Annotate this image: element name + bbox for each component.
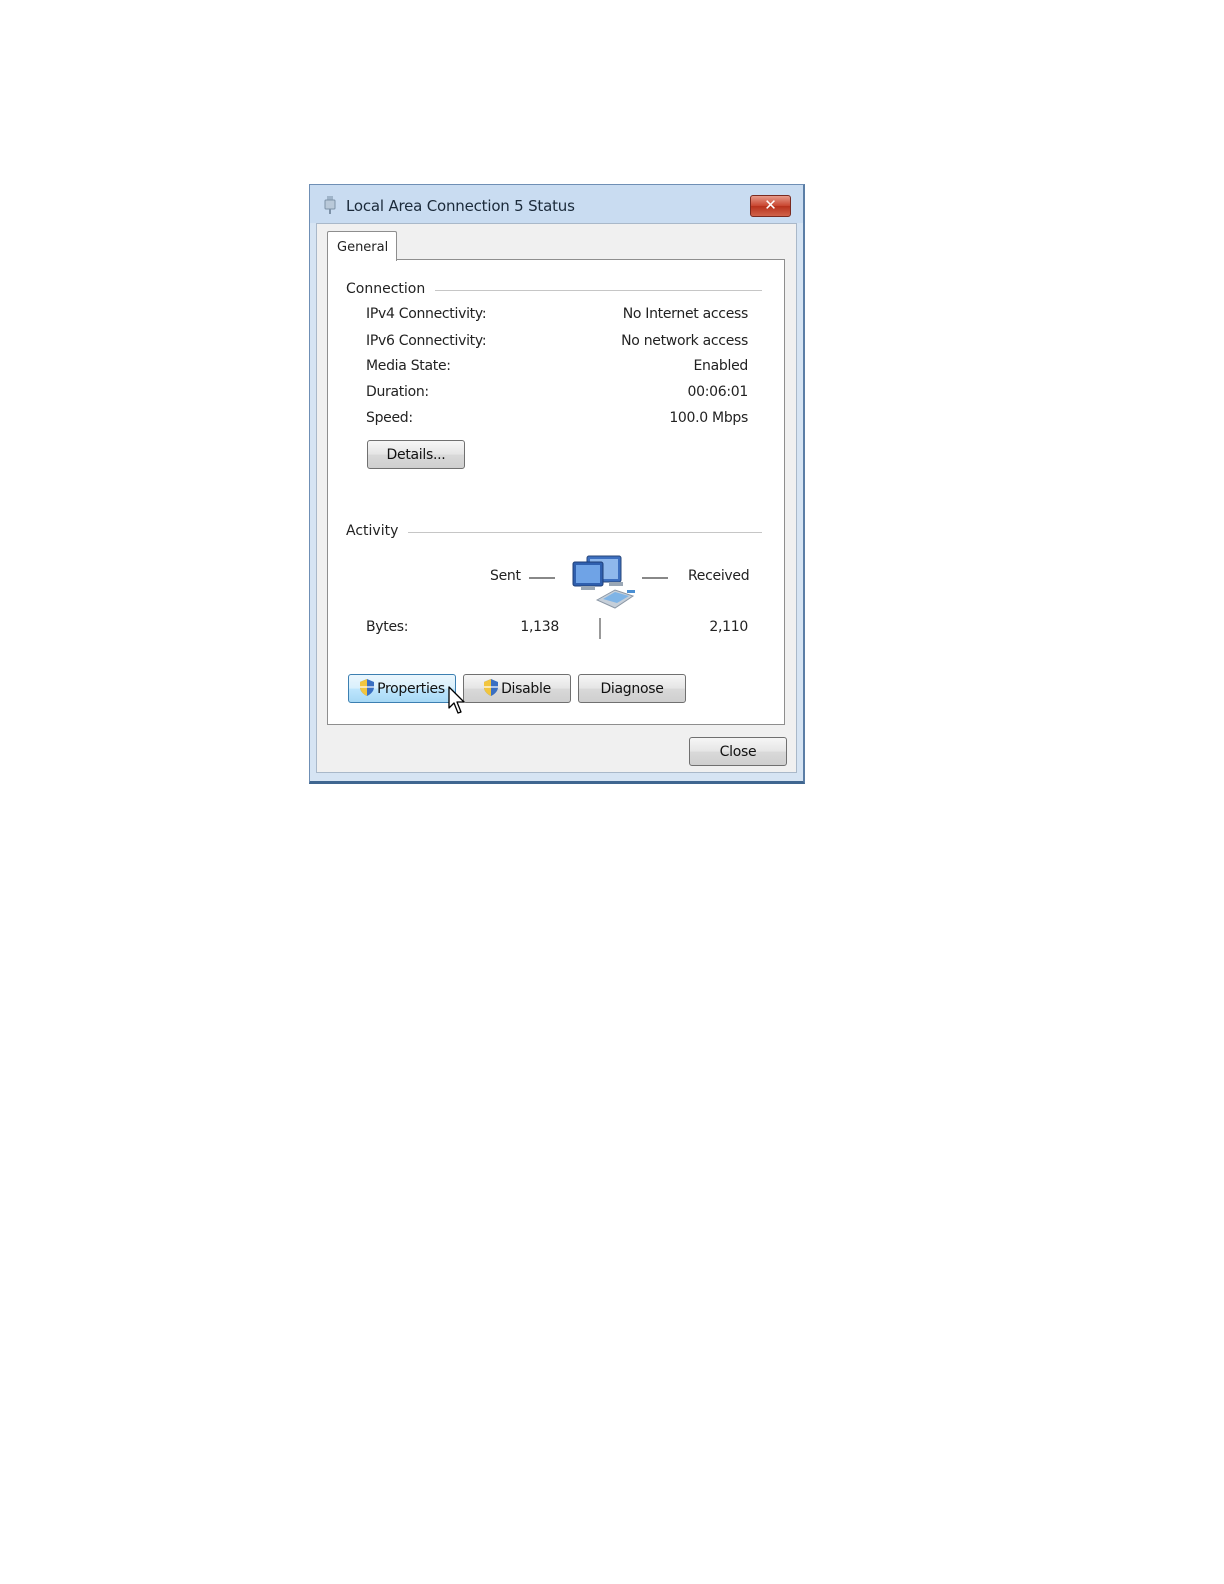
uac-shield-icon <box>360 679 375 696</box>
connection-heading: Connection <box>346 281 436 297</box>
bytes-received-value: 2,110 <box>709 619 748 635</box>
media-state-label: Media State: <box>366 358 451 374</box>
bytes-separator <box>599 618 601 639</box>
duration-label: Duration: <box>366 384 429 400</box>
status-dialog: Local Area Connection 5 Status ✕ General… <box>309 184 805 784</box>
ipv6-value: No network access <box>621 333 748 349</box>
mouse-cursor-icon <box>448 686 465 714</box>
bytes-label: Bytes: <box>366 619 409 635</box>
disable-label: Disable <box>501 681 551 697</box>
close-button[interactable]: Close <box>689 737 787 766</box>
activity-heading: Activity <box>346 523 409 539</box>
received-label: Received <box>688 568 750 584</box>
title-bar[interactable]: Local Area Connection 5 Status ✕ <box>310 185 803 225</box>
received-dash <box>642 577 668 579</box>
activity-divider <box>403 532 762 533</box>
diagnose-button[interactable]: Diagnose <box>578 674 686 703</box>
tab-general[interactable]: General <box>327 231 397 261</box>
properties-label: Properties <box>377 681 445 697</box>
general-tab-panel: Connection IPv4 Connectivity: No Interne… <box>327 259 785 725</box>
properties-button[interactable]: Properties <box>348 674 456 703</box>
dialog-client-area: General Connection IPv4 Connectivity: No… <box>316 223 797 773</box>
network-adapter-icon <box>324 196 336 214</box>
uac-shield-icon <box>484 679 499 696</box>
disable-button[interactable]: Disable <box>463 674 571 703</box>
ipv4-value: No Internet access <box>622 306 749 322</box>
speed-value: 100.0 Mbps <box>669 410 748 426</box>
bytes-sent-value: 1,138 <box>520 619 559 635</box>
sent-dash <box>529 577 555 579</box>
connection-divider <box>428 290 762 291</box>
window-close-button[interactable]: ✕ <box>750 195 791 217</box>
media-state-value: Enabled <box>693 358 749 374</box>
ipv4-label: IPv4 Connectivity: <box>366 306 487 322</box>
duration-value: 00:06:01 <box>687 384 749 400</box>
sent-label: Sent <box>490 568 521 584</box>
speed-label: Speed: <box>366 410 413 426</box>
window-title: Local Area Connection 5 Status <box>346 197 575 215</box>
close-icon: ✕ <box>764 196 777 214</box>
ipv6-label: IPv6 Connectivity: <box>366 333 487 349</box>
network-computers-icon <box>572 555 635 609</box>
details-button[interactable]: Details... <box>367 440 465 469</box>
